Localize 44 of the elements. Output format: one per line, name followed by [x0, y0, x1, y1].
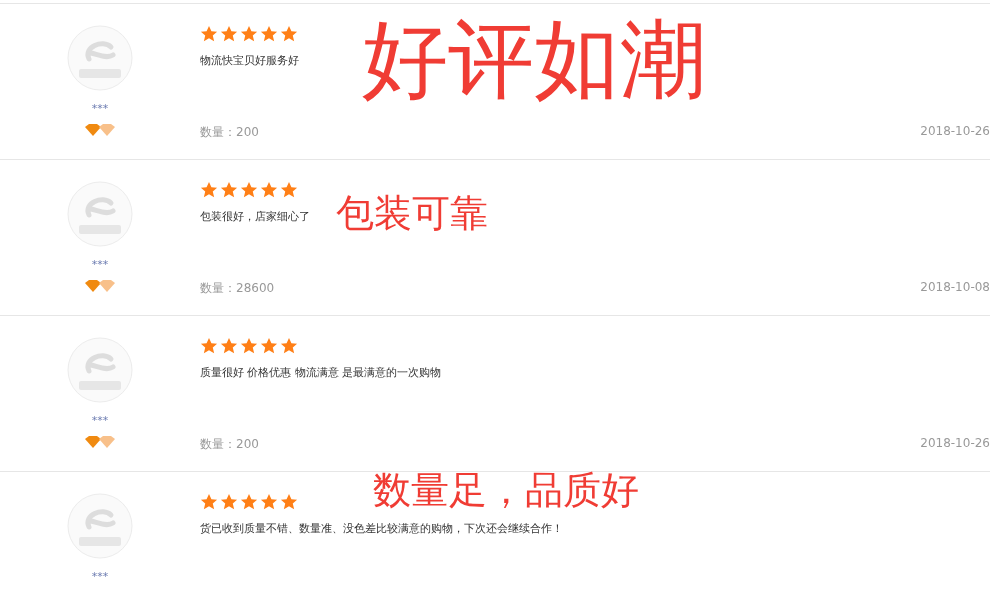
star-icon: [200, 25, 218, 43]
avatar-icon: [67, 25, 133, 91]
user-name: ***: [91, 571, 109, 583]
user-name: ***: [91, 259, 109, 271]
review-comment: 物流快宝贝好服务好: [200, 54, 299, 68]
star-icon: [280, 181, 298, 199]
user-name: ***: [91, 415, 109, 427]
diamond-icon: [84, 435, 116, 449]
avatar-icon: [67, 181, 133, 247]
star-icon: [240, 25, 258, 43]
review-date: 2018-10-08: [920, 280, 990, 294]
star-icon: [280, 493, 298, 511]
annotation-text: 数量足，品质好: [373, 471, 639, 509]
review-comment: 包装很好，店家细心了: [200, 210, 310, 224]
quantity-text: 数量：28600: [200, 280, 275, 297]
quantity-text: 数量：200: [200, 436, 259, 453]
star-icon: [200, 493, 218, 511]
avatar-icon: [67, 493, 133, 559]
star-icon: [220, 493, 238, 511]
avatar-icon: [67, 337, 133, 403]
review-date: 2018-10-26: [920, 124, 990, 138]
annotation-text: 好评如潮: [362, 16, 706, 102]
star-icon: [240, 337, 258, 355]
diamond-icon: [84, 123, 116, 137]
star-icon: [260, 25, 278, 43]
star-icon: [240, 493, 258, 511]
review-date: 2018-10-26: [920, 436, 990, 450]
quantity-text: 数量：200: [200, 124, 259, 141]
star-icon: [220, 337, 238, 355]
star-icon: [200, 337, 218, 355]
review-comment: 质量很好 价格优惠 物流满意 是最满意的一次购物: [200, 366, 442, 380]
star-icon: [260, 493, 278, 511]
star-icon: [260, 181, 278, 199]
star-icon: [220, 181, 238, 199]
star-icon: [280, 25, 298, 43]
star-icon: [280, 337, 298, 355]
star-icon: [220, 25, 238, 43]
star-icon: [240, 181, 258, 199]
star-icon: [260, 337, 278, 355]
diamond-icon: [84, 279, 116, 293]
star-icon: [200, 181, 218, 199]
annotation-text: 包装可靠: [336, 194, 488, 232]
review-comment: 货已收到质量不错、数量准、没色差比较满意的购物，下次还会继续合作！: [200, 522, 563, 536]
user-name: ***: [91, 103, 109, 115]
